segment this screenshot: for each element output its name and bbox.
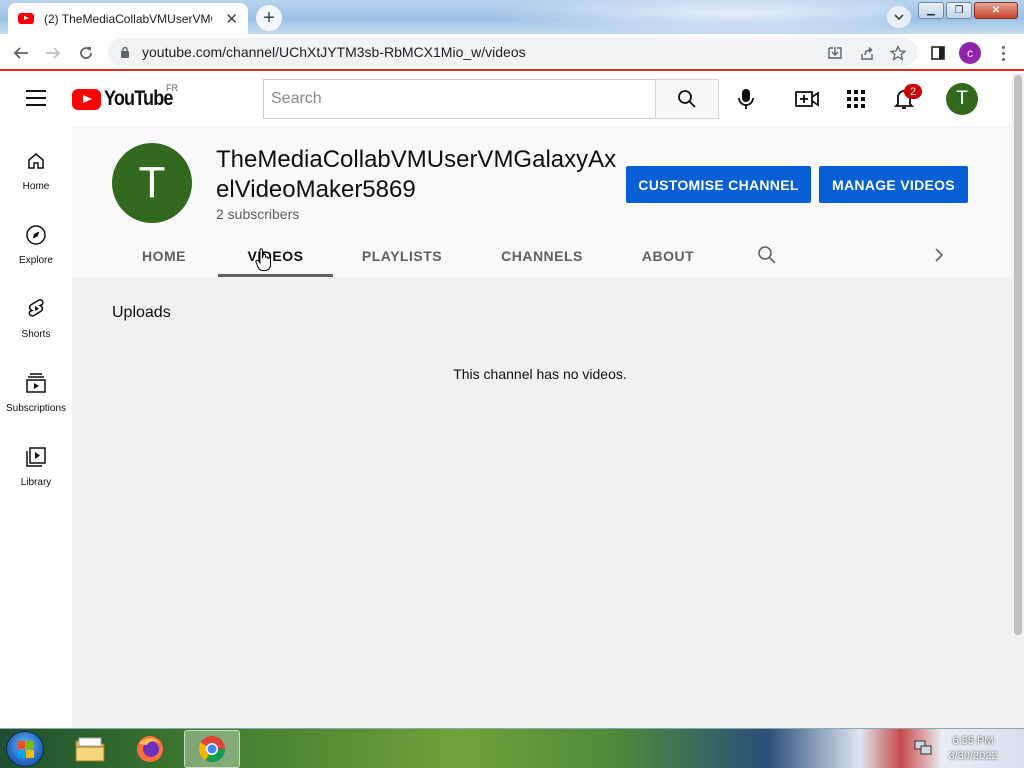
tab-home[interactable]: HOME (129, 235, 199, 277)
page-scrollbar[interactable] (1012, 73, 1024, 728)
browser-tab[interactable]: (2) TheMediaCollabVMUserVMGalaxyAxelVide… (8, 3, 248, 34)
hamburger-menu-icon[interactable] (26, 90, 46, 106)
tab-videos[interactable]: VIDEOS (218, 235, 333, 277)
start-button[interactable] (6, 731, 44, 767)
create-video-icon[interactable] (795, 87, 819, 111)
back-arrow-icon[interactable] (10, 42, 32, 64)
youtube-masthead: YouTube FR Search 2 T (0, 73, 1012, 125)
customise-channel-button[interactable]: CUSTOMISE CHANNEL (626, 166, 811, 203)
search-button[interactable] (655, 79, 719, 119)
channel-tabs: HOME VIDEOS PLAYLISTS CHANNELS ABOUT (72, 235, 1012, 279)
compass-icon (24, 223, 48, 247)
guide-label: Home (22, 181, 50, 192)
uploads-section: Uploads This channel has no videos. (72, 278, 1012, 728)
shorts-icon (24, 297, 48, 321)
subscriber-count: 2 subscribers (216, 206, 300, 222)
chrome-icon[interactable] (184, 730, 240, 768)
chevron-right-icon[interactable] (929, 245, 951, 267)
system-clock[interactable]: 6:55 PM 3/30/2022 (940, 734, 1006, 764)
channel-search-icon[interactable] (757, 245, 779, 267)
minimize-button[interactable]: ▁ (918, 2, 944, 19)
hand-cursor-icon (255, 248, 271, 271)
country-code: FR (166, 83, 178, 93)
empty-state-message: This channel has no videos. (453, 366, 627, 382)
lock-icon (121, 46, 129, 58)
maximize-button[interactable]: ❐ (946, 2, 972, 19)
logo-text: YouTube (104, 87, 173, 110)
share-icon[interactable] (857, 43, 877, 63)
guide-item-subscriptions[interactable]: Subscriptions (0, 357, 72, 431)
microphone-icon[interactable] (734, 87, 758, 111)
home-icon (24, 149, 48, 173)
tab-close-button[interactable]: ✕ (225, 10, 238, 28)
address-bar[interactable]: youtube.com/channel/UChXtJYTM3sb-RbMCX1M… (108, 38, 918, 66)
guide-sidebar: Home Explore Shorts Subscriptions Librar… (0, 125, 72, 728)
youtube-logo[interactable]: YouTube FR (72, 83, 184, 111)
scrollbar-thumb[interactable] (1014, 75, 1022, 635)
install-app-icon[interactable] (825, 43, 845, 63)
guide-item-explore[interactable]: Explore (0, 209, 72, 283)
tab-playlists[interactable]: PLAYLISTS (352, 235, 452, 277)
browser-toolbar: youtube.com/channel/UChXtJYTM3sb-RbMCX1M… (0, 34, 1024, 71)
browser-menu-icon[interactable] (995, 42, 1011, 64)
clock-time: 6:55 PM (952, 735, 994, 747)
url-text: youtube.com/channel/UChXtJYTM3sb-RbMCX1M… (142, 44, 526, 60)
window-controls: ▁ ❐ ✕ (918, 2, 1018, 19)
tab-title: (2) TheMediaCollabVMUserVMGalaxyAxelVide… (44, 11, 212, 26)
file-explorer-icon[interactable] (62, 730, 118, 768)
browser-titlebar: (2) TheMediaCollabVMUserVMGalaxyAxelVide… (0, 0, 1024, 34)
search-icon (678, 90, 696, 108)
firefox-icon[interactable] (122, 730, 178, 768)
clock-date: 3/30/2022 (948, 750, 998, 762)
apps-grid-icon[interactable] (844, 87, 868, 111)
guide-item-library[interactable]: Library (0, 431, 72, 505)
side-panel-icon[interactable] (928, 43, 948, 63)
channel-avatar[interactable]: T (112, 143, 192, 223)
tab-channels[interactable]: CHANNELS (492, 235, 592, 277)
guide-label: Explore (19, 255, 53, 266)
notification-badge: 2 (904, 84, 922, 99)
youtube-favicon-icon (18, 13, 34, 24)
subscriptions-icon (24, 371, 48, 395)
account-avatar[interactable]: T (946, 83, 978, 115)
uploads-title: Uploads (112, 304, 171, 321)
guide-label: Shorts (21, 329, 51, 340)
network-status-icon[interactable] (914, 740, 932, 756)
manage-videos-button[interactable]: MANAGE VIDEOS (819, 166, 968, 203)
tab-search-dropdown-icon[interactable] (887, 6, 911, 28)
browser-profile-avatar[interactable]: c (959, 42, 981, 64)
close-window-button[interactable]: ✕ (974, 2, 1018, 19)
guide-label: Subscriptions (5, 403, 67, 414)
channel-page: T TheMediaCollabVMUserVMGalaxyAxelVideoM… (72, 125, 1012, 728)
reload-icon[interactable] (75, 42, 97, 64)
new-tab-button[interactable]: + (256, 5, 282, 31)
search-input[interactable]: Search (263, 79, 656, 119)
guide-label: Library (20, 477, 52, 488)
library-icon (24, 445, 48, 469)
bookmark-star-icon[interactable] (888, 43, 908, 63)
channel-header: T TheMediaCollabVMUserVMGalaxyAxelVideoM… (72, 125, 1012, 278)
tab-about[interactable]: ABOUT (632, 235, 704, 277)
guide-item-shorts[interactable]: Shorts (0, 283, 72, 357)
channel-name: TheMediaCollabVMUserVMGalaxyAxelVideoMak… (216, 146, 617, 203)
youtube-play-icon (72, 88, 101, 110)
forward-arrow-icon[interactable] (42, 42, 64, 64)
windows-taskbar: 6:55 PM 3/30/2022 (0, 728, 1024, 768)
guide-item-home[interactable]: Home (0, 135, 72, 209)
